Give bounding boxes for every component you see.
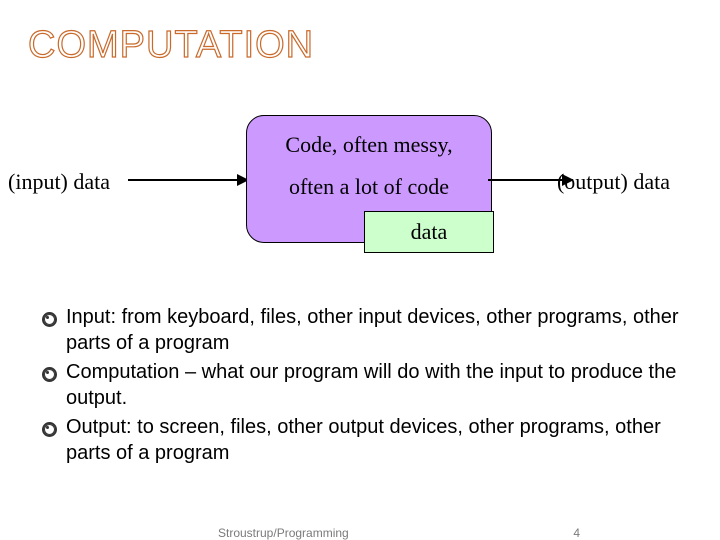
page-number: 4	[573, 526, 580, 540]
bullet-list: Input: from keyboard, files, other input…	[28, 305, 692, 467]
list-item: Computation – what our program will do w…	[66, 360, 692, 411]
code-box-line2: often a lot of code	[261, 166, 477, 208]
computation-diagram: (input) data Code, often messy, often a …	[28, 111, 692, 281]
list-item: Input: from keyboard, files, other input…	[66, 305, 692, 356]
footer-credit: Stroustrup/Programming	[218, 526, 349, 540]
output-data-label: (output) data	[557, 169, 670, 195]
input-data-label: (input) data	[8, 169, 110, 195]
data-box: data	[364, 211, 494, 253]
code-box-line1: Code, often messy,	[261, 124, 477, 166]
slide: COMPUTATION (input) data Code, often mes…	[0, 0, 720, 540]
arrow-icon	[128, 179, 248, 181]
page-title: COMPUTATION	[28, 24, 692, 67]
list-item: Output: to screen, files, other output d…	[66, 415, 692, 466]
